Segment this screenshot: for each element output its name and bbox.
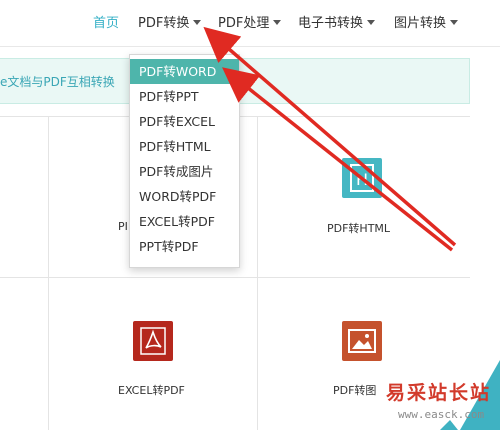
nav-pdf-convert-label: PDF转换 <box>138 16 190 31</box>
caret-down-icon <box>193 20 202 25</box>
pdf-file-icon <box>133 321 173 361</box>
image-file-icon <box>342 321 382 361</box>
nav-ebook-convert[interactable]: 电子书转换 <box>298 14 376 34</box>
menu-item-pdf-to-excel[interactable]: PDF转EXCEL <box>130 109 239 134</box>
grid-line <box>257 116 258 430</box>
pdf-convert-dropdown: PDF转WORD PDF转PPT PDF转EXCEL PDF转HTML PDF转… <box>129 54 240 268</box>
menu-item-pdf-to-image[interactable]: PDF转成图片 <box>130 159 239 184</box>
nav-ebook-convert-label: 电子书转换 <box>298 16 364 31</box>
nav-pdf-process[interactable]: PDF处理 <box>218 14 282 34</box>
nav-pdf-process-label: PDF处理 <box>218 16 270 31</box>
watermark-url: www.easck.com <box>398 408 485 421</box>
menu-item-word-to-pdf[interactable]: WORD转PDF <box>130 184 239 209</box>
html-icon-letter: H <box>356 170 368 189</box>
menu-item-pdf-to-ppt[interactable]: PDF转PPT <box>130 84 239 109</box>
top-nav: 首页 PDF转换 PDF处理 电子书转换 图片转换 <box>0 0 500 46</box>
menu-item-pdf-to-word[interactable]: PDF转WORD <box>130 59 239 84</box>
grid-line <box>48 116 49 430</box>
banner-text: e文档与PDF互相转换 <box>0 75 115 89</box>
html-file-icon: H <box>342 158 382 198</box>
nav-home-label: 首页 <box>93 16 120 31</box>
caret-down-icon <box>273 20 282 25</box>
menu-item-ppt-to-pdf[interactable]: PPT转PDF <box>130 234 239 259</box>
menu-item-pdf-to-html[interactable]: PDF转HTML <box>130 134 239 159</box>
tile-label-excel-to-pdf: EXCEL转PDF <box>118 384 185 397</box>
menu-item-excel-to-pdf[interactable]: EXCEL转PDF <box>130 209 239 234</box>
tile-label-pdf-to-html: PDF转HTML <box>327 222 391 235</box>
tile-label-partial: PI <box>118 220 128 233</box>
tile-label-pdf-to-image: PDF转图 <box>333 384 377 397</box>
nav-image-convert-label: 图片转换 <box>394 16 447 31</box>
caret-down-icon <box>367 20 376 25</box>
nav-home[interactable]: 首页 <box>93 14 119 34</box>
nav-image-convert[interactable]: 图片转换 <box>394 14 459 34</box>
nav-pdf-convert[interactable]: PDF转换 <box>138 14 202 34</box>
nav-divider <box>0 46 500 47</box>
grid-line <box>0 277 470 278</box>
watermark-text: 易采站长站 <box>386 382 492 404</box>
caret-down-icon <box>450 20 459 25</box>
